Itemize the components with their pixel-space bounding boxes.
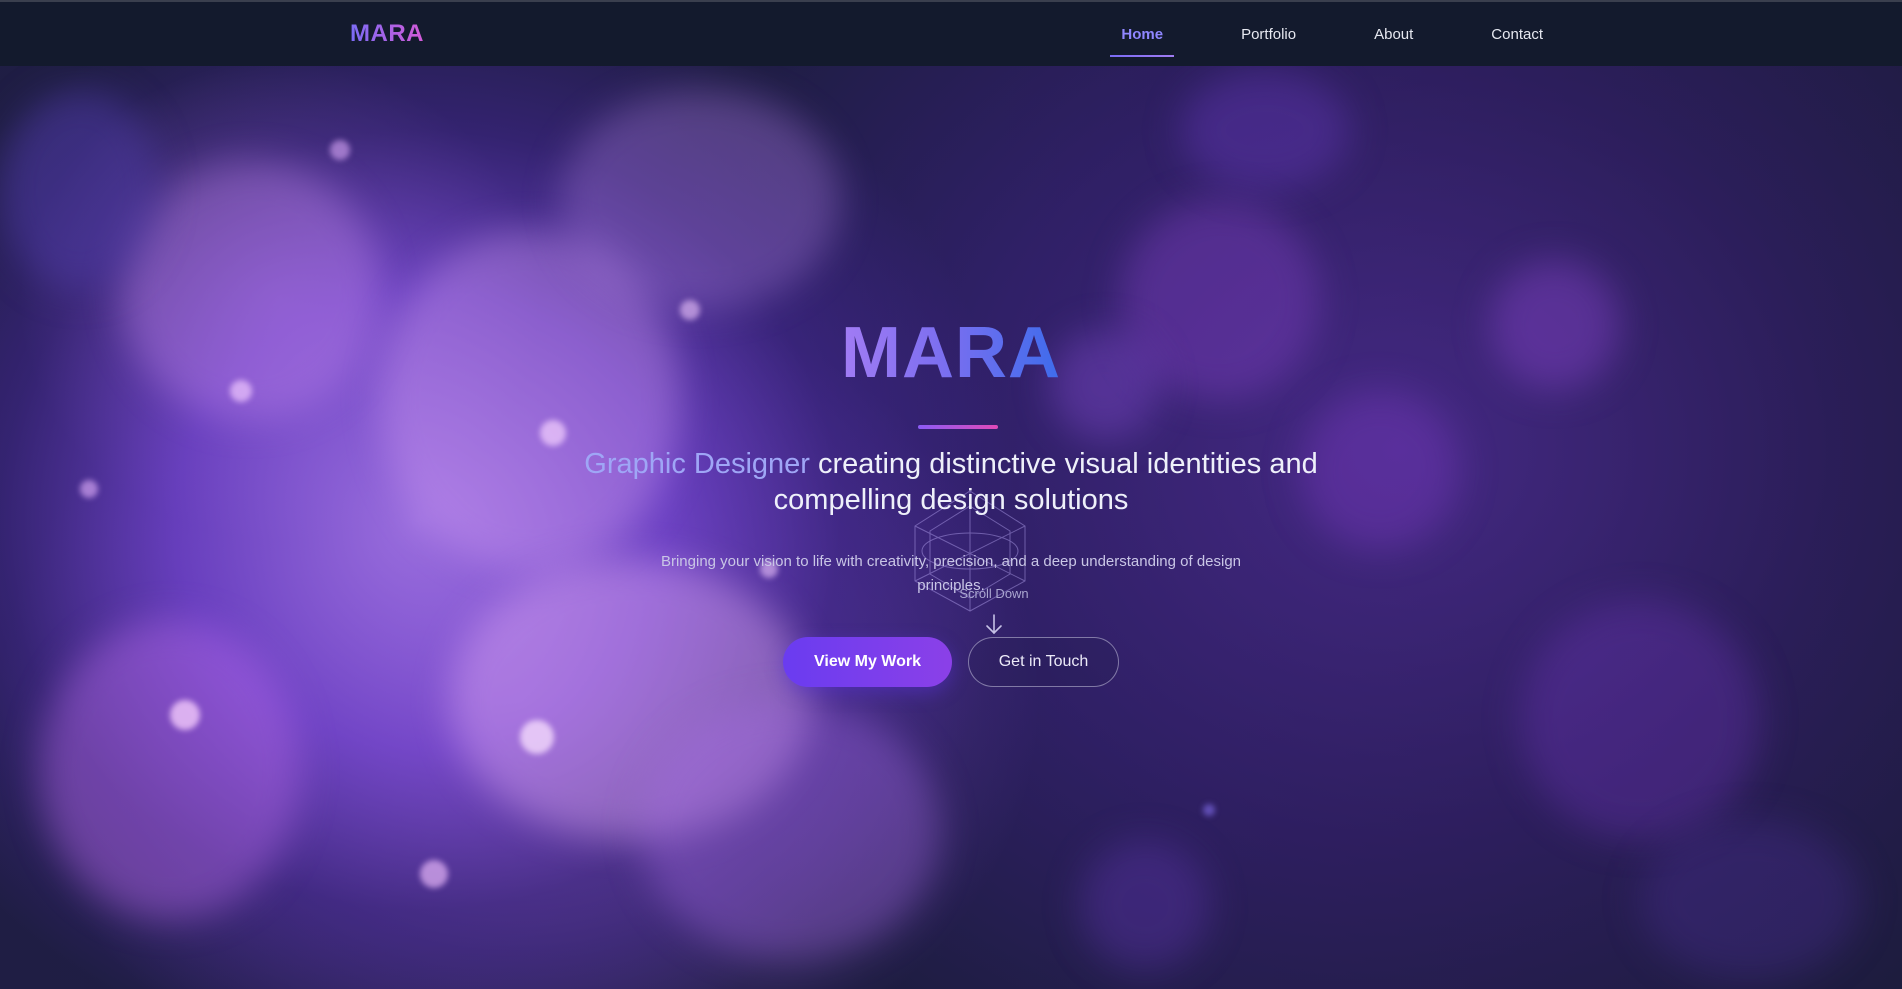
view-my-work-button[interactable]: View My Work [783, 637, 952, 687]
arrow-down-icon[interactable] [983, 612, 1005, 636]
hero-section: MARA Graphic Designer creating distincti… [0, 66, 1902, 989]
nav-link-contact[interactable]: Contact [1480, 18, 1554, 51]
nav-link-portfolio[interactable]: Portfolio [1230, 18, 1307, 51]
top-navbar: MARA Home Portfolio About Contact [0, 0, 1902, 66]
hero-divider [918, 425, 998, 429]
nav-link-home[interactable]: Home [1110, 18, 1174, 57]
tagline-accent: Graphic Designer [584, 448, 810, 480]
hero-title: MARA [0, 312, 1902, 394]
page: MARA Home Portfolio About Contact MARA G… [0, 0, 1902, 989]
site-logo[interactable]: MARA [350, 20, 424, 48]
hero-actions: View My Work Get in Touch [0, 637, 1902, 687]
nav-links: Home Portfolio About Contact [1054, 2, 1554, 66]
tagline-rest: creating distinctive visual identities a… [773, 448, 1318, 516]
scroll-down-label: Scroll Down [959, 586, 1029, 601]
hero-tagline: Graphic Designer creating distinctive vi… [551, 446, 1351, 518]
hero-title-text: MARA [841, 313, 1061, 393]
nav-link-about[interactable]: About [1363, 18, 1424, 51]
get-in-touch-button[interactable]: Get in Touch [968, 637, 1119, 687]
